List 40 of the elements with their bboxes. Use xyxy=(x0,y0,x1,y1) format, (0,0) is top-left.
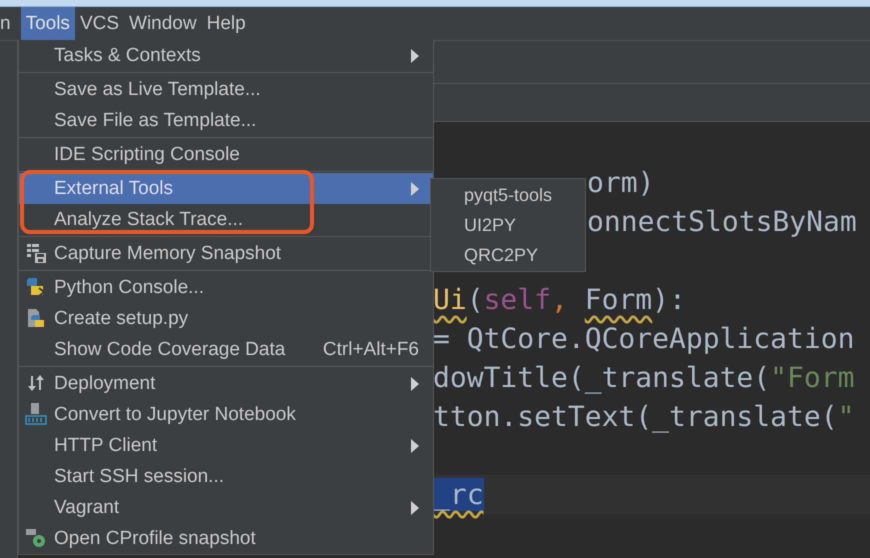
menu-item[interactable]: Tasks & Contexts xyxy=(19,40,433,71)
menu-bar-item[interactable]: Help xyxy=(202,7,251,40)
notebook-icon xyxy=(25,403,47,425)
code-line: onnectSlotsByNam xyxy=(587,204,857,240)
submenu-arrow-icon xyxy=(411,438,419,452)
menu-item[interactable]: Python Console... xyxy=(19,272,433,303)
memory-snapshot-icon xyxy=(25,242,47,264)
menu-bar-item[interactable]: n xyxy=(0,7,16,40)
code-line: orm) xyxy=(587,165,654,201)
menu-item[interactable]: Open CProfile snapshot xyxy=(19,523,433,554)
code-line: Ui(self, Form): xyxy=(433,282,686,318)
python-file-icon xyxy=(25,307,47,329)
menu-item[interactable]: Analyze Stack Trace... xyxy=(19,204,433,235)
menu-item[interactable]: Deployment xyxy=(19,368,433,399)
menu-item[interactable]: Save as Live Template... xyxy=(19,74,433,105)
menu-item[interactable]: Start SSH session... xyxy=(19,461,433,492)
menu-item[interactable]: IDE Scripting Console xyxy=(19,139,433,170)
submenu-item[interactable]: pyqt5-tools xyxy=(431,180,585,210)
profiler-icon xyxy=(25,527,47,549)
code-line: tton.setText(_translate(" xyxy=(433,399,854,435)
menu-item[interactable]: Create setup.py xyxy=(19,303,433,334)
submenu-arrow-icon xyxy=(411,500,419,514)
menu-item[interactable]: Show Code Coverage Data Ctrl+Alt+F6 xyxy=(19,334,433,365)
code-line: dowTitle(_translate("Form xyxy=(433,360,854,396)
menu-item[interactable]: HTTP Client xyxy=(19,430,433,461)
submenu-arrow-icon xyxy=(411,48,419,62)
menu-item[interactable]: Save File as Template... xyxy=(19,105,433,136)
menu-item[interactable]: Convert to Jupyter Notebook xyxy=(19,399,433,430)
submenu-arrow-icon xyxy=(411,376,419,390)
menu-bar-item[interactable]: Window xyxy=(124,7,202,40)
menu-bar-item[interactable]: Tools xyxy=(20,7,75,40)
submenu-arrow-icon xyxy=(411,182,419,196)
submenu-item[interactable]: UI2PY xyxy=(431,210,585,240)
submenu-item[interactable]: QRC2PY xyxy=(431,240,585,270)
code-line: = QtCore.QCoreApplication xyxy=(433,321,854,357)
shortcut-label: Ctrl+Alt+F6 xyxy=(322,338,419,360)
menu-bar-item[interactable]: VCS xyxy=(74,7,124,40)
menu-item[interactable]: External Tools xyxy=(19,173,433,204)
menu-item[interactable]: Vagrant xyxy=(19,492,433,523)
menu-item[interactable]: Capture Memory Snapshot xyxy=(19,238,433,269)
